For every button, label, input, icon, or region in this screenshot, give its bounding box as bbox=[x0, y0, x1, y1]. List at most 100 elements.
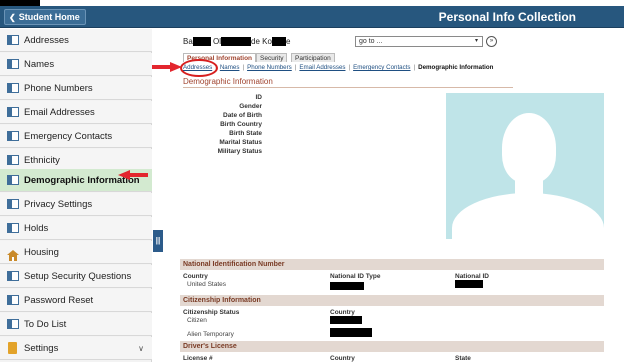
sidebar-item-addresses[interactable]: Addresses bbox=[0, 29, 152, 52]
redaction bbox=[192, 37, 211, 47]
collapse-sidebar-button[interactable]: || bbox=[153, 230, 163, 252]
page-icon bbox=[7, 319, 19, 329]
subtab-phone-numbers[interactable]: Phone Numbers bbox=[247, 64, 292, 71]
student-home-button[interactable]: ❮ Student Home bbox=[4, 9, 86, 25]
sidebar-item-password-reset[interactable]: Password Reset bbox=[0, 289, 152, 312]
national-id-type-label: National ID Type bbox=[330, 273, 381, 280]
license-number-label: License # bbox=[183, 355, 213, 362]
field-label-birth-country: Birth Country bbox=[220, 121, 262, 128]
page-icon bbox=[7, 175, 19, 185]
sidebar-item-label: Email Addresses bbox=[24, 107, 95, 118]
page: ❮ Student Home Personal Info Collection A… bbox=[0, 0, 624, 362]
student-name: Ba Ol de Ko e bbox=[183, 37, 291, 47]
folder-icon bbox=[8, 342, 17, 354]
sidebar-item-holds[interactable]: Holds bbox=[0, 217, 152, 240]
sidebar-item-settings[interactable]: Settings ∨ bbox=[0, 337, 152, 360]
sidebar-item-names[interactable]: Names bbox=[0, 53, 152, 76]
citizenship-status-value: Alien Temporary bbox=[187, 331, 234, 338]
page-icon bbox=[7, 271, 19, 281]
section-title: Demographic Information bbox=[183, 77, 513, 88]
drivers-license-header: Driver's License bbox=[180, 341, 604, 352]
sidebar-item-label: Housing bbox=[24, 247, 59, 258]
redaction bbox=[271, 37, 286, 47]
field-label-birth-state: Birth State bbox=[229, 130, 262, 137]
page-icon bbox=[7, 155, 19, 165]
sidebar-item-phone-numbers[interactable]: Phone Numbers bbox=[0, 77, 152, 100]
page-icon bbox=[7, 83, 19, 93]
annotation-arrow bbox=[152, 62, 182, 72]
sidebar-item-label: Phone Numbers bbox=[24, 83, 93, 94]
sidebar-item-emergency-contacts[interactable]: Emergency Contacts bbox=[0, 125, 152, 148]
national-id-header: National Identification Number bbox=[180, 259, 604, 270]
sidebar-item-label: Names bbox=[24, 59, 55, 70]
separator: | bbox=[348, 64, 351, 71]
field-label-date-of-birth: Date of Birth bbox=[223, 112, 262, 119]
sidebar-item-housing[interactable]: Housing bbox=[0, 241, 152, 264]
sidebar: Addresses Names Phone Numbers Email Addr… bbox=[0, 29, 152, 362]
field-label-gender: Gender bbox=[239, 103, 262, 110]
sidebar-item-label: Password Reset bbox=[24, 295, 94, 306]
page-title: Personal Info Collection bbox=[438, 10, 576, 24]
national-id-country-label: Country bbox=[183, 273, 208, 280]
license-country-label: Country bbox=[330, 355, 355, 362]
subtab-emergency-contacts[interactable]: Emergency Contacts bbox=[353, 64, 410, 71]
sidebar-item-label: Settings bbox=[24, 343, 59, 354]
separator: | bbox=[242, 64, 245, 71]
goto-select[interactable]: go to ... ▾ bbox=[355, 36, 483, 47]
page-icon bbox=[7, 199, 19, 209]
redaction bbox=[330, 316, 362, 324]
license-state-label: State bbox=[455, 355, 471, 362]
app-header: ❮ Student Home Personal Info Collection bbox=[0, 6, 624, 28]
field-label-id: ID bbox=[255, 94, 263, 101]
go-button[interactable]: » bbox=[486, 36, 497, 47]
goto-select-value: go to ... bbox=[359, 38, 383, 45]
profile-photo-placeholder bbox=[446, 93, 604, 239]
name-fragment: Ol bbox=[213, 37, 222, 46]
subtab-bar: Addresses | Names | Phone Numbers | Email Addr… bbox=[183, 64, 493, 72]
chevron-down-icon: ∨ bbox=[138, 344, 144, 353]
sidebar-item-email-addresses[interactable]: Email Addresses bbox=[0, 101, 152, 124]
sidebar-item-label: Holds bbox=[24, 223, 49, 234]
subtab-names[interactable]: Names bbox=[220, 64, 240, 71]
citizenship-status-value: Citizen bbox=[187, 317, 207, 324]
redaction bbox=[221, 37, 252, 47]
sidebar-item-label: Addresses bbox=[24, 35, 69, 46]
page-icon bbox=[7, 35, 19, 45]
separator: | bbox=[294, 64, 297, 71]
name-fragment: e bbox=[285, 37, 291, 46]
subtab-email-addresses[interactable]: Email Addresses bbox=[299, 64, 345, 71]
redaction bbox=[330, 328, 372, 337]
house-icon bbox=[7, 247, 19, 261]
citizenship-header: Citizenship Information bbox=[180, 295, 604, 306]
sidebar-item-privacy-settings[interactable]: Privacy Settings bbox=[0, 193, 152, 216]
field-label-marital-status: Marital Status bbox=[219, 139, 262, 146]
sidebar-item-label: Setup Security Questions bbox=[24, 271, 132, 282]
redaction bbox=[455, 280, 483, 288]
page-icon bbox=[7, 131, 19, 141]
sidebar-item-setup-security-questions[interactable]: Setup Security Questions bbox=[0, 265, 152, 288]
subtab-demographic-information: Demographic Information bbox=[418, 64, 494, 71]
page-icon bbox=[7, 295, 19, 305]
page-icon bbox=[7, 223, 19, 233]
sidebar-item-label: To Do List bbox=[24, 319, 67, 330]
page-icon bbox=[7, 59, 19, 69]
name-fragment: de Ko bbox=[251, 37, 272, 46]
annotation-arrow bbox=[118, 170, 148, 180]
sidebar-item-label: Privacy Settings bbox=[24, 199, 93, 210]
redaction bbox=[330, 282, 364, 290]
tab-security[interactable]: Security bbox=[256, 53, 288, 62]
tab-participation[interactable]: Participation bbox=[291, 53, 335, 62]
field-label-military-status: Military Status bbox=[217, 148, 262, 155]
name-fragment: Ba bbox=[183, 37, 193, 46]
sidebar-item-to-do-list[interactable]: To Do List bbox=[0, 313, 152, 336]
separator: | bbox=[413, 64, 416, 71]
chevron-left-icon: ❮ bbox=[9, 13, 16, 22]
citizenship-status-label: Citizenship Status bbox=[183, 309, 240, 316]
page-icon bbox=[7, 107, 19, 117]
chevron-down-icon: ▾ bbox=[475, 38, 479, 44]
national-id-label: National ID bbox=[455, 273, 489, 280]
citizenship-country-label: Country bbox=[330, 309, 355, 316]
national-id-country-value: United States bbox=[187, 281, 227, 288]
student-home-label: Student Home bbox=[18, 12, 80, 22]
sidebar-item-label: Emergency Contacts bbox=[24, 131, 113, 142]
